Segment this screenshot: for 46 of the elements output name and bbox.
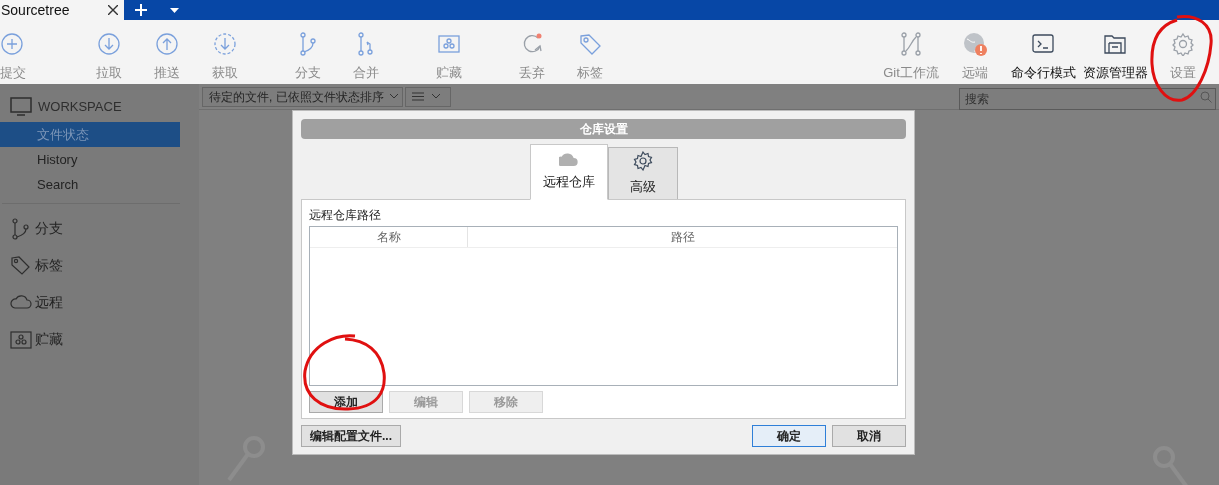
dialog-button[interactable]: 取消 bbox=[832, 425, 906, 447]
toolbar-button[interactable]: 资源管理器 bbox=[1079, 32, 1151, 83]
chevron-icon bbox=[431, 94, 440, 99]
toolbar-button[interactable]: 命令行模式 bbox=[1007, 32, 1079, 83]
section-heading: WORKSPACE bbox=[38, 98, 122, 117]
dialog-button[interactable]: 确定 bbox=[752, 425, 826, 447]
folder-icon bbox=[1103, 32, 1127, 56]
download-icon bbox=[97, 32, 121, 56]
sidebar-section[interactable]: 远程 bbox=[35, 292, 63, 313]
fetch-icon bbox=[213, 32, 237, 56]
add-tab-icon[interactable] bbox=[134, 3, 148, 17]
close-icon[interactable] bbox=[108, 5, 118, 15]
search-field[interactable]: 搜索 bbox=[959, 87, 1216, 110]
search-icon bbox=[1200, 90, 1212, 103]
settings-icon bbox=[1171, 32, 1195, 56]
column-header[interactable]: 名称 bbox=[310, 227, 468, 247]
column-header[interactable]: 路径 bbox=[468, 227, 897, 247]
dropdown-icon[interactable] bbox=[170, 8, 179, 13]
monitor-icon bbox=[10, 97, 32, 117]
sidebar-section[interactable]: 贮藏 bbox=[35, 329, 63, 350]
chevron-icon bbox=[389, 94, 398, 99]
stash-icon bbox=[437, 32, 461, 56]
globe-warning-icon bbox=[963, 32, 987, 56]
sidebar-section[interactable]: 标签 bbox=[35, 255, 63, 276]
dialog-title: 仓库设置 bbox=[301, 119, 906, 139]
list-icon bbox=[411, 92, 424, 101]
upload-icon bbox=[155, 32, 179, 56]
sidebar-item[interactable]: History bbox=[0, 147, 180, 172]
window-tab[interactable]: Sourcetree bbox=[0, 0, 124, 20]
git-flow-icon bbox=[899, 32, 923, 56]
cloud-icon bbox=[558, 152, 579, 167]
dialog-tab[interactable]: 远程仓库 bbox=[529, 144, 608, 200]
sidebar-item[interactable]: Search bbox=[0, 172, 180, 197]
tag-icon bbox=[10, 254, 32, 277]
dialog-tab[interactable]: 高级 bbox=[607, 147, 678, 199]
stash-icon bbox=[10, 328, 32, 351]
gear-icon bbox=[632, 150, 653, 171]
branch-icon bbox=[10, 217, 32, 240]
filter-dropdown[interactable]: 待定的文件, 已依照文件状态排序 bbox=[202, 86, 403, 107]
sidebar-item[interactable]: 文件状态 bbox=[0, 122, 180, 147]
section-label: 远程仓库路径 bbox=[309, 207, 382, 224]
tag-icon bbox=[578, 32, 602, 56]
plus-icon bbox=[0, 32, 24, 56]
edit-config-button[interactable]: 编辑配置文件... bbox=[301, 425, 401, 447]
sidebar-section[interactable]: 分支 bbox=[35, 218, 63, 239]
terminal-icon bbox=[1031, 32, 1055, 56]
